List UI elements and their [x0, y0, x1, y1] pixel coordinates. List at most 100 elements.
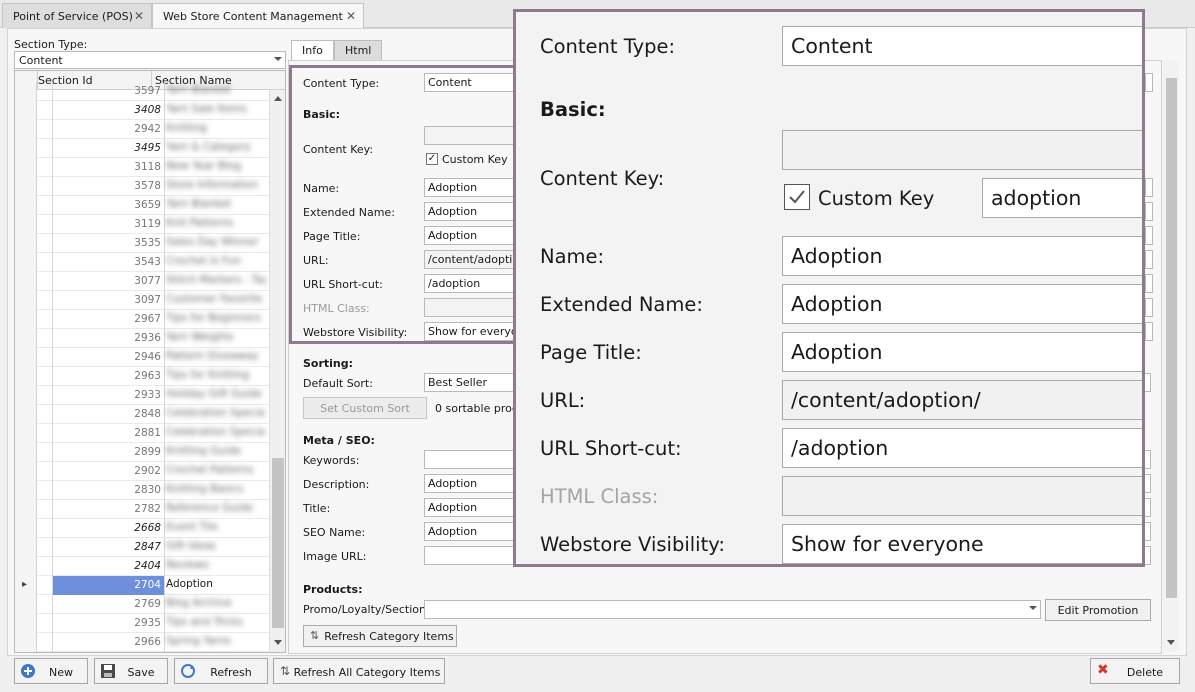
table-row[interactable]: ▸ 2704 Adoption — [15, 576, 269, 595]
section-id-cell[interactable]: 2881 — [53, 424, 165, 443]
custom-key-checkbox[interactable]: ✓ — [426, 153, 438, 165]
section-name-cell[interactable]: Tips for Beginners — [166, 312, 266, 325]
table-row[interactable]: 2848 Celebration Specials — [15, 405, 269, 424]
section-name-cell[interactable]: Knitting — [166, 122, 266, 135]
content-key-field[interactable] — [424, 126, 514, 145]
scroll-down-icon[interactable] — [274, 640, 282, 645]
table-row[interactable]: 3597 Yarn Blanket — [15, 82, 269, 101]
webstore-visibility-select[interactable]: Show for everyone — [424, 322, 514, 341]
content-type-select[interactable]: Content — [424, 73, 514, 92]
refresh-category-items-button[interactable]: ⇅ Refresh Category Items — [303, 625, 457, 647]
tab-html[interactable]: Html — [334, 40, 383, 60]
row-indicator[interactable]: ▸ — [15, 576, 37, 595]
section-name-cell[interactable]: Yarn Blanket — [166, 84, 266, 97]
section-id-cell[interactable]: 2967 — [53, 310, 165, 329]
table-row[interactable]: 3118 New Year Blog — [15, 158, 269, 177]
close-icon[interactable]: ✕ — [134, 9, 144, 23]
row-indicator[interactable] — [15, 272, 37, 291]
table-row[interactable]: 2782 Reference Guide — [15, 500, 269, 519]
row-indicator[interactable] — [15, 595, 37, 614]
section-name-cell[interactable]: Gift Ideas — [166, 540, 266, 553]
extended-name-field[interactable]: Adoption — [424, 202, 514, 221]
section-name-cell[interactable]: Yarn & Category — [166, 141, 266, 154]
section-id-cell[interactable]: 3535 — [53, 234, 165, 253]
section-name-cell[interactable]: Celebration Specials — [166, 407, 266, 420]
section-id-cell[interactable]: 2847 — [53, 538, 165, 557]
table-row[interactable]: 2963 Tips for Knitting — [15, 367, 269, 386]
row-indicator[interactable] — [15, 82, 37, 101]
table-row[interactable]: 2769 Blog Archive — [15, 595, 269, 614]
table-row[interactable]: 3097 Customer Favorite — [15, 291, 269, 310]
section-id-cell[interactable]: 2704 — [53, 576, 165, 595]
dropdown-arrow-icon[interactable] — [1029, 606, 1037, 610]
close-icon[interactable]: ✕ — [346, 9, 356, 23]
section-id-cell[interactable]: 2782 — [53, 500, 165, 519]
table-row[interactable]: 2899 Knitting Guide — [15, 443, 269, 462]
section-id-cell[interactable]: 3118 — [53, 158, 165, 177]
section-name-cell[interactable]: Event Tile — [166, 521, 266, 534]
row-indicator[interactable] — [15, 196, 37, 215]
section-id-cell[interactable]: 2933 — [53, 386, 165, 405]
section-id-cell[interactable]: 3119 — [53, 215, 165, 234]
url-shortcut-field[interactable]: /adoption — [424, 274, 514, 293]
section-id-cell[interactable]: 3659 — [53, 196, 165, 215]
section-id-cell[interactable]: 2936 — [53, 329, 165, 348]
table-row[interactable]: 2946 Pattern Giveaway — [15, 348, 269, 367]
row-indicator[interactable] — [15, 329, 37, 348]
row-indicator[interactable] — [15, 253, 37, 272]
table-row[interactable]: 2967 Tips for Beginners — [15, 310, 269, 329]
section-name-cell[interactable]: Crochet Is Fun — [166, 255, 266, 268]
section-name-cell[interactable]: Reference Guide — [166, 502, 266, 515]
tab-point-of-service[interactable]: Point of Service (POS) ✕ — [2, 3, 152, 28]
scrollbar-thumb[interactable] — [272, 458, 284, 628]
table-row[interactable]: 3535 Sales Day Winner — [15, 234, 269, 253]
table-row[interactable]: 2942 Knitting — [15, 120, 269, 139]
zoom-extended-name-field[interactable]: Adoption — [782, 284, 1142, 324]
table-row[interactable]: 2966 Spring Yarns — [15, 633, 269, 652]
row-indicator[interactable] — [15, 500, 37, 519]
section-name-cell[interactable]: Sales Day Winner — [166, 236, 266, 249]
row-indicator[interactable] — [15, 291, 37, 310]
section-name-cell[interactable]: Pattern Giveaway — [166, 350, 266, 363]
section-name-cell[interactable]: Reviews — [166, 559, 266, 572]
section-name-cell[interactable]: Stitch Markers - Tag — [166, 274, 266, 287]
new-button[interactable]: New — [14, 658, 88, 684]
section-id-cell[interactable]: 3495 — [53, 139, 165, 158]
tab-info[interactable]: Info — [291, 40, 334, 60]
promo-select[interactable] — [424, 600, 1041, 619]
section-name-cell[interactable]: Yarn Blanket — [166, 198, 266, 211]
table-row[interactable]: 2881 Celebration Specials — [15, 424, 269, 443]
section-name-cell[interactable]: Knit Patterns — [166, 217, 266, 230]
row-indicator[interactable] — [15, 462, 37, 481]
save-button[interactable]: Save — [94, 658, 168, 684]
section-name-cell[interactable]: New Year Blog — [166, 160, 266, 173]
section-id-cell[interactable]: 2769 — [53, 595, 165, 614]
section-id-cell[interactable]: 2830 — [53, 481, 165, 500]
page-title-field[interactable]: Adoption — [424, 226, 514, 245]
section-name-cell[interactable]: Tips for Knitting — [166, 369, 266, 382]
row-indicator[interactable] — [15, 139, 37, 158]
zoom-url-shortcut-field[interactable]: /adoption — [782, 428, 1142, 468]
row-indicator[interactable] — [15, 234, 37, 253]
section-name-cell[interactable]: Yarn Weights — [166, 331, 266, 344]
dropdown-arrow-icon[interactable] — [274, 57, 282, 61]
row-indicator[interactable] — [15, 443, 37, 462]
table-row[interactable]: 3495 Yarn & Category — [15, 139, 269, 158]
row-indicator[interactable] — [15, 310, 37, 329]
section-name-cell[interactable]: Crochet Patterns — [166, 464, 266, 477]
zoom-page-title-field[interactable]: Adoption — [782, 332, 1142, 372]
row-indicator[interactable] — [15, 538, 37, 557]
section-name-cell[interactable]: Holiday Gift Guide — [166, 388, 266, 401]
row-indicator[interactable] — [15, 120, 37, 139]
scroll-down-icon[interactable] — [1167, 640, 1175, 645]
section-id-cell[interactable]: 2963 — [53, 367, 165, 386]
name-field[interactable]: Adoption — [424, 178, 514, 197]
table-row[interactable]: 2830 Knitting Basics — [15, 481, 269, 500]
row-indicator[interactable] — [15, 177, 37, 196]
section-name-cell[interactable]: Spring Yarns — [166, 635, 266, 648]
row-indicator[interactable] — [15, 481, 37, 500]
section-id-cell[interactable]: 3543 — [53, 253, 165, 272]
section-id-cell[interactable]: 2899 — [53, 443, 165, 462]
grid-scrollbar[interactable] — [269, 90, 285, 652]
zoom-content-key-field[interactable] — [782, 130, 1142, 170]
